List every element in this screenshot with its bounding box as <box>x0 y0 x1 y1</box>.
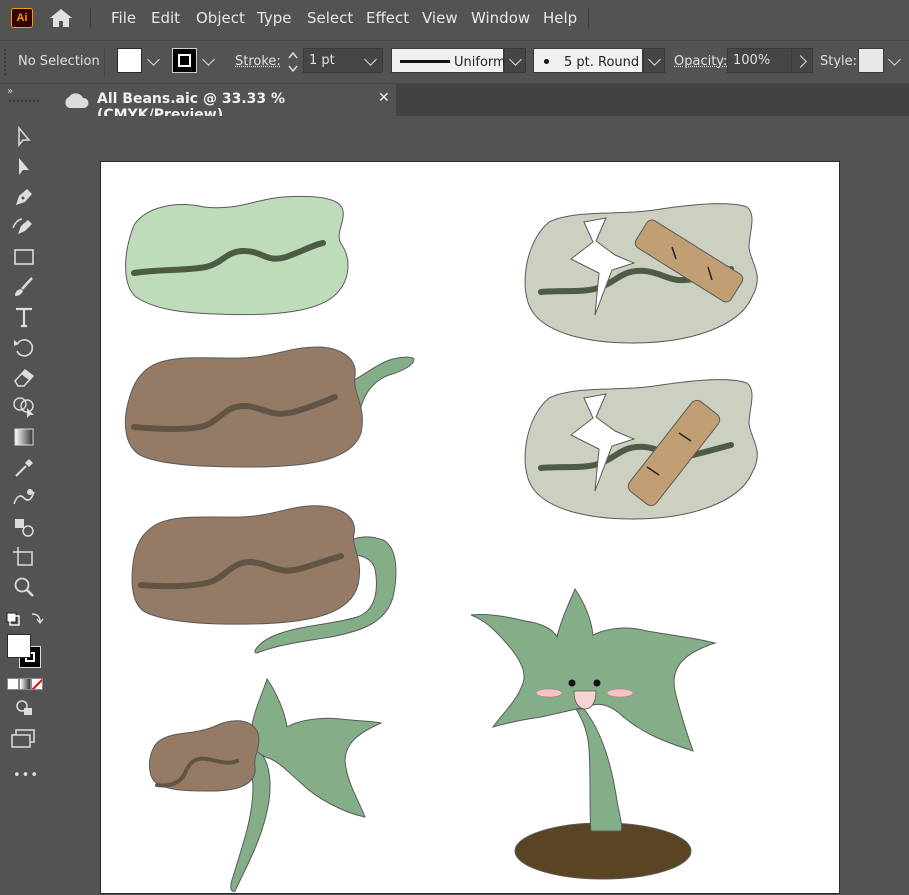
profile-line-icon <box>400 60 450 63</box>
home-icon[interactable] <box>48 8 74 28</box>
cloud-document-icon <box>65 93 89 108</box>
menu-object[interactable]: Object <box>196 0 245 36</box>
rotate-tool-icon[interactable] <box>10 334 38 360</box>
profile-label: Uniform <box>454 55 506 70</box>
opacity-label[interactable]: Opacity: <box>674 54 727 69</box>
direct-selection-tool-icon[interactable] <box>10 154 38 180</box>
sprouting-bean[interactable] <box>148 677 383 892</box>
stroke-label[interactable]: Stroke: <box>235 54 281 69</box>
app-logo-icon[interactable]: Ai <box>11 8 33 28</box>
paintbrush-tool-icon[interactable] <box>10 274 38 300</box>
happy-sprout-plant[interactable] <box>470 587 717 880</box>
profile-dropdown-button[interactable] <box>504 48 526 73</box>
brush-definition[interactable]: 5 pt. Round <box>533 48 643 73</box>
stroke-dropdown-icon[interactable] <box>202 53 215 66</box>
left-cheek <box>535 688 563 698</box>
blend-tool-icon[interactable] <box>10 484 38 510</box>
cracked-bean-bandage-1[interactable] <box>524 203 758 344</box>
divider <box>104 47 105 77</box>
brush-label: 5 pt. Round <box>564 55 640 70</box>
menu-file[interactable]: File <box>111 0 136 36</box>
color-mode-buttons[interactable] <box>7 678 43 690</box>
menu-window[interactable]: Window <box>471 0 530 36</box>
fill-stroke-swatches[interactable] <box>7 634 41 668</box>
brush-dropdown-button[interactable] <box>643 48 665 73</box>
curvature-tool-icon[interactable] <box>10 214 38 240</box>
artboard[interactable] <box>100 161 840 894</box>
fill-swatch[interactable] <box>117 48 142 73</box>
panel-grip[interactable] <box>4 49 10 75</box>
menu-type[interactable]: Type <box>257 0 291 36</box>
menu-separator <box>588 8 589 28</box>
stroke-swatch[interactable] <box>172 48 197 73</box>
eraser-tool-icon[interactable] <box>10 364 38 390</box>
brown-bean-long-sprout[interactable] <box>131 505 397 654</box>
style-label: Style: <box>820 54 858 69</box>
document-tab[interactable]: All Beans.aic @ 33.33 % (CMYK/Preview) ✕ <box>50 84 396 123</box>
artwork-canvas <box>124 195 758 892</box>
graphic-style-swatch[interactable] <box>858 48 884 73</box>
artboard-tool-icon[interactable] <box>10 544 38 570</box>
eyedropper-tool-icon[interactable] <box>10 454 38 480</box>
gradient-tool-icon[interactable] <box>10 424 38 450</box>
control-bar: No Selection Stroke: 1 pt Uniform 5 pt. … <box>0 40 909 84</box>
right-eye <box>593 679 601 687</box>
menu-separator <box>90 8 91 28</box>
menu-select[interactable]: Select <box>307 0 353 36</box>
brush-dot-icon <box>544 59 549 64</box>
cracked-bean-bandage-2[interactable] <box>524 379 758 520</box>
menu-help[interactable]: Help <box>543 0 577 36</box>
shape-builder-tool-icon[interactable] <box>10 394 38 420</box>
fill-dropdown-icon[interactable] <box>147 53 160 66</box>
screen-mode-icon[interactable] <box>10 728 38 750</box>
menu-view[interactable]: View <box>422 0 458 36</box>
opacity-arrow-button[interactable] <box>791 48 813 73</box>
selection-tool-icon[interactable] <box>10 124 38 150</box>
panel-grip[interactable] <box>9 100 39 106</box>
stroke-stepper-icon[interactable] <box>286 49 300 75</box>
type-tool-icon[interactable] <box>10 304 38 330</box>
opacity-field[interactable]: 100% <box>727 48 792 73</box>
close-tab-icon[interactable]: ✕ <box>378 90 390 106</box>
light-green-bean[interactable] <box>125 195 349 316</box>
drawing-modes-icon[interactable] <box>13 698 35 718</box>
menu-edit[interactable]: Edit <box>151 0 180 36</box>
swap-fill-stroke-icon[interactable] <box>4 610 44 630</box>
edit-toolbar-icon[interactable]: ••• <box>13 768 39 783</box>
symbol-sprayer-tool-icon[interactable] <box>10 514 38 540</box>
stroke-weight-value: 1 pt <box>309 53 335 68</box>
opacity-value: 100% <box>733 53 771 68</box>
style-dropdown-icon[interactable] <box>888 53 901 66</box>
variable-width-profile[interactable]: Uniform <box>391 48 506 73</box>
brown-bean-short-sprout[interactable] <box>124 346 415 468</box>
selection-status: No Selection <box>18 54 100 69</box>
tools-panel: » ••• <box>0 84 48 894</box>
document-tab-bar: All Beans.aic @ 33.33 % (CMYK/Preview) ✕ <box>50 84 909 123</box>
collapse-panel-icon[interactable]: » <box>7 86 13 97</box>
rectangle-tool-icon[interactable] <box>10 244 38 270</box>
pen-tool-icon[interactable] <box>10 184 38 210</box>
menu-bar: Ai File Edit Object Type Select Effect V… <box>0 0 909 36</box>
right-cheek <box>606 688 634 698</box>
zoom-tool-icon[interactable] <box>10 574 38 600</box>
left-eye <box>568 679 576 687</box>
menu-effect[interactable]: Effect <box>366 0 409 36</box>
